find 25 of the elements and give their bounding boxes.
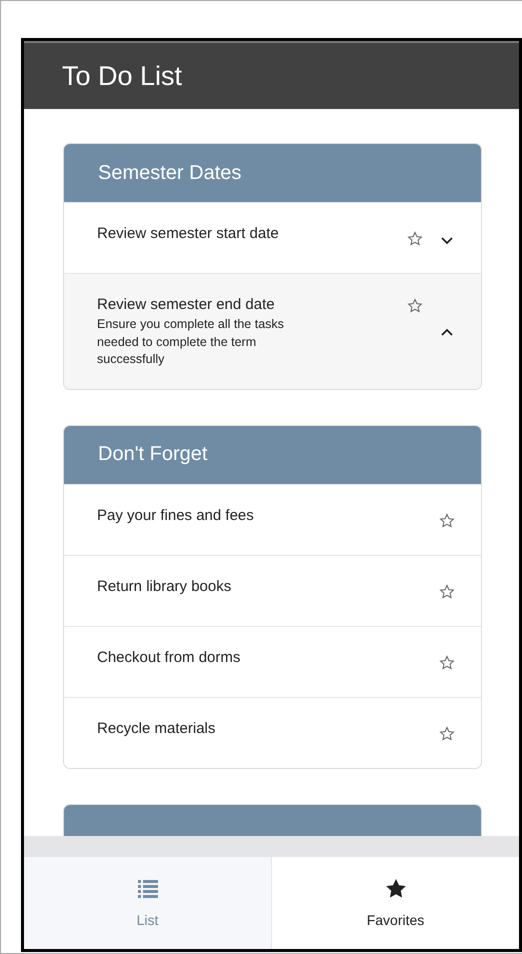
item-title: Pay your fines and fees	[97, 506, 255, 524]
star-outline-icon[interactable]	[407, 231, 423, 247]
list-item[interactable]: Review semester end date Ensure you complete all the tasks needed to complete the term successfully	[64, 273, 481, 388]
list-item[interactable]: Return library books	[64, 554, 481, 626]
star-outline-icon[interactable]	[407, 298, 423, 314]
item-title: Recycle materials	[97, 720, 216, 736]
item-title: Return library books	[97, 578, 232, 594]
list-icon	[136, 878, 158, 900]
app-title: To Do List	[62, 60, 182, 92]
star-outline-icon[interactable]	[439, 584, 455, 600]
item-title: Checkout from dorms	[97, 648, 242, 666]
star-outline-icon[interactable]	[439, 654, 455, 670]
item-title: Review semester start date	[97, 225, 280, 242]
chevron-down-icon[interactable]	[439, 235, 455, 247]
star-outline-icon[interactable]	[439, 726, 455, 742]
list-item[interactable]: Checkout from dorms	[64, 626, 481, 696]
card-title: Don't Forget	[98, 443, 208, 466]
list-item[interactable]: Pay your fines and fees	[64, 484, 481, 554]
item-title: Review semester end date	[97, 296, 276, 313]
star-outline-icon[interactable]	[439, 512, 455, 528]
list-item[interactable]: Recycle materials	[64, 696, 481, 768]
card-title: Semester Dates	[98, 162, 242, 184]
item-description: Ensure you complete all the tasks needed to complete the term successfully	[97, 316, 285, 368]
chevron-up-icon[interactable]	[439, 326, 455, 338]
star-icon	[384, 878, 406, 900]
